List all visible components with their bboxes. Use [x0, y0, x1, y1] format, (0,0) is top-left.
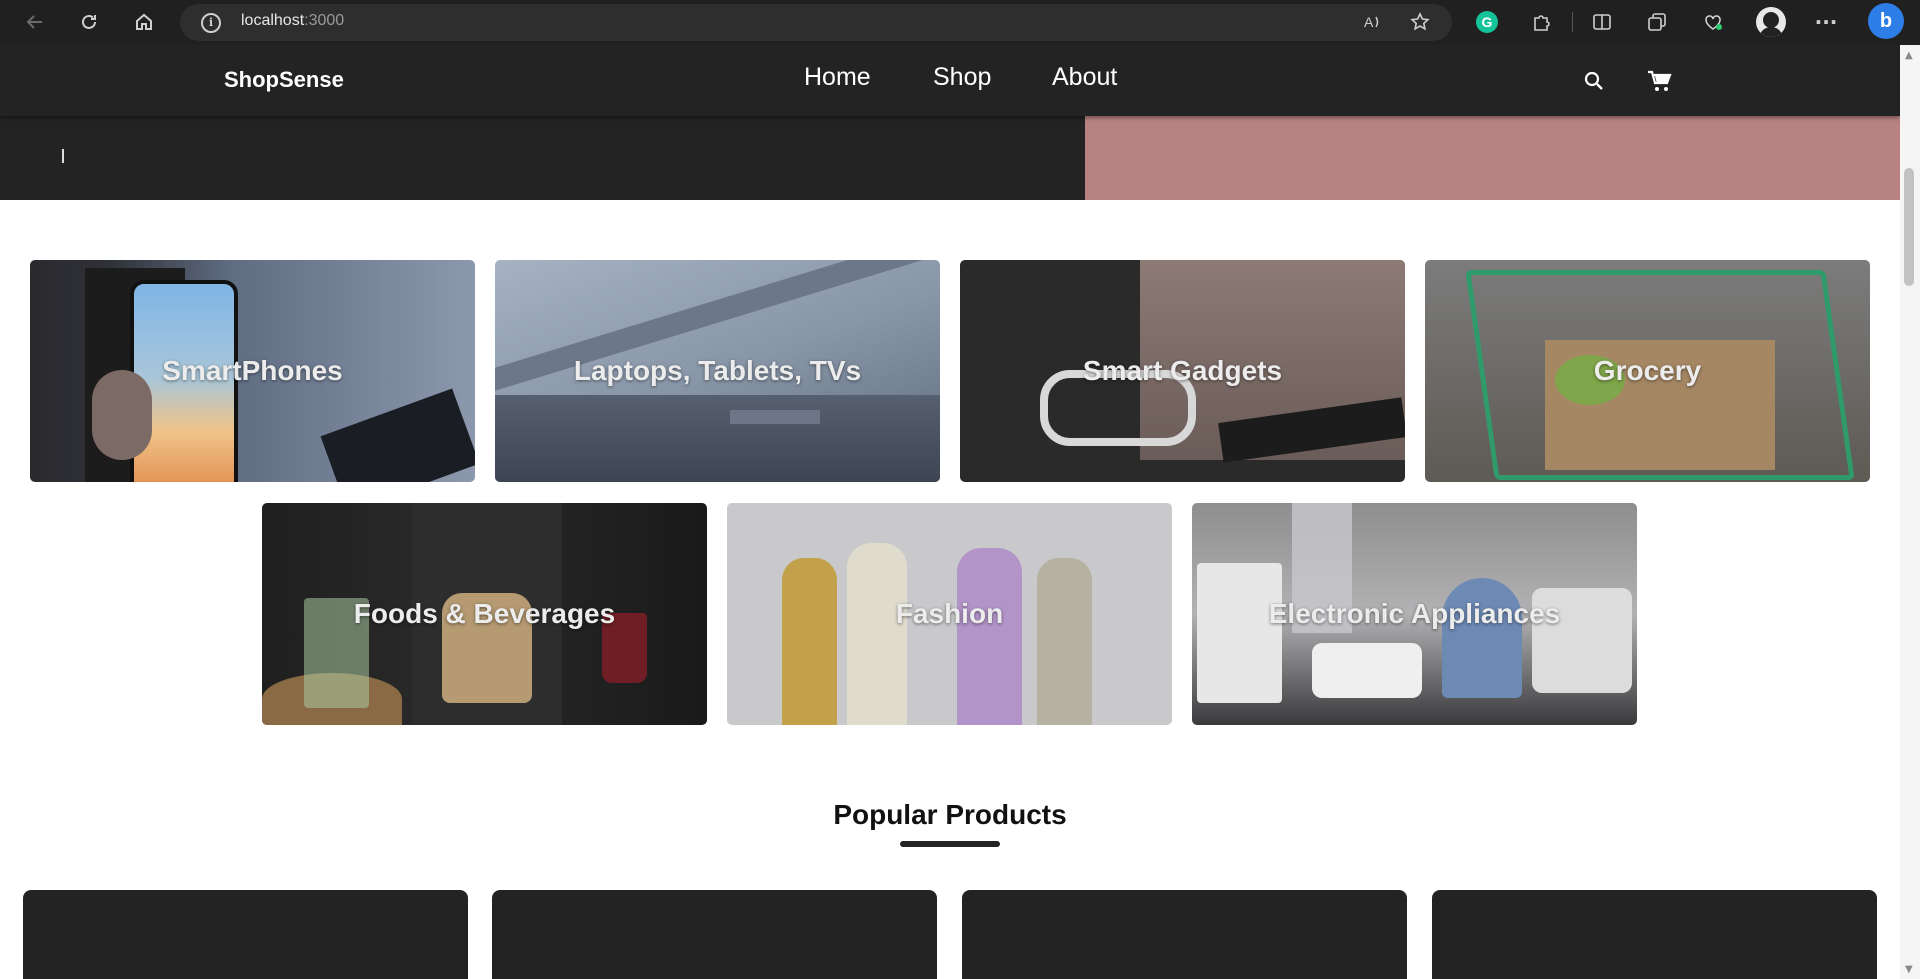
bing-copilot-icon[interactable]: b	[1868, 3, 1904, 39]
browser-toolbar: i localhost:3000 A G ··· b	[0, 0, 1920, 45]
category-label: Laptops, Tablets, TVs	[573, 355, 862, 386]
favorite-star-icon[interactable]	[1407, 9, 1433, 35]
nav-about-link[interactable]: About	[1052, 63, 1117, 92]
reload-icon[interactable]	[76, 9, 102, 35]
avatar-body	[1759, 27, 1783, 37]
extensions-puzzle-icon[interactable]	[1529, 9, 1555, 35]
title-underline	[900, 841, 1000, 847]
hero-banner-dark	[0, 116, 1085, 200]
search-icon[interactable]	[1582, 69, 1606, 93]
svg-text:A: A	[1364, 14, 1374, 30]
nav-shop-link[interactable]: Shop	[933, 63, 991, 92]
hero-text-caret	[62, 149, 64, 163]
read-aloud-icon[interactable]: A	[1360, 9, 1386, 35]
category-label: Electronic Appliances	[1268, 598, 1561, 629]
category-tile-smart-gadgets[interactable]: Smart Gadgets	[960, 260, 1405, 482]
split-screen-icon[interactable]	[1589, 9, 1615, 35]
profile-avatar[interactable]	[1756, 7, 1786, 37]
site-info-icon[interactable]: i	[201, 13, 221, 33]
scrollbar-thumb[interactable]	[1904, 168, 1914, 286]
url-port: :3000	[304, 12, 345, 29]
brand-logo[interactable]: ShopSense	[224, 67, 344, 93]
url-text[interactable]: localhost:3000	[241, 12, 344, 30]
toolbar-divider	[1572, 12, 1573, 32]
product-card[interactable]	[1432, 890, 1877, 979]
category-tile-smartphones[interactable]: SmartPhones	[30, 260, 475, 482]
category-tile-foods-beverages[interactable]: Foods & Beverages	[262, 503, 707, 725]
category-label: Foods & Beverages	[353, 598, 616, 629]
scroll-down-arrow-icon[interactable]: ▼	[1905, 964, 1913, 975]
category-tile-laptops[interactable]: Laptops, Tablets, TVs	[495, 260, 940, 482]
collections-icon[interactable]	[1644, 9, 1670, 35]
category-label: Grocery	[1593, 355, 1702, 386]
product-card[interactable]	[962, 890, 1407, 979]
nav-home-link[interactable]: Home	[804, 63, 871, 92]
site-navbar: ShopSense Home Shop About	[0, 45, 1900, 116]
product-card[interactable]	[23, 890, 468, 979]
category-label: SmartPhones	[162, 355, 343, 386]
cart-icon[interactable]	[1647, 69, 1672, 93]
category-label: Fashion	[895, 598, 1004, 629]
category-tile-grocery[interactable]: Grocery	[1425, 260, 1870, 482]
category-tile-fashion[interactable]: Fashion	[727, 503, 1172, 725]
more-menu-icon[interactable]: ···	[1813, 9, 1839, 35]
browser-essentials-heart-icon[interactable]	[1700, 9, 1726, 35]
back-arrow-icon[interactable]	[22, 9, 48, 35]
grammarly-extension-icon[interactable]: G	[1476, 11, 1498, 33]
product-card[interactable]	[492, 890, 937, 979]
page-viewport: ShopSense Home Shop About SmartPhones La…	[0, 45, 1900, 979]
hero-banner-image	[1085, 116, 1900, 200]
avatar-head	[1763, 12, 1779, 28]
scroll-up-arrow-icon[interactable]: ▲	[1905, 50, 1913, 61]
url-host: localhost	[241, 12, 305, 29]
address-bar[interactable]: i localhost:3000 A	[180, 4, 1452, 41]
section-title: Popular Products	[833, 799, 1067, 830]
category-label: Smart Gadgets	[1082, 355, 1283, 386]
home-icon[interactable]	[131, 9, 157, 35]
category-tile-electronic-appliances[interactable]: Electronic Appliances	[1192, 503, 1637, 725]
